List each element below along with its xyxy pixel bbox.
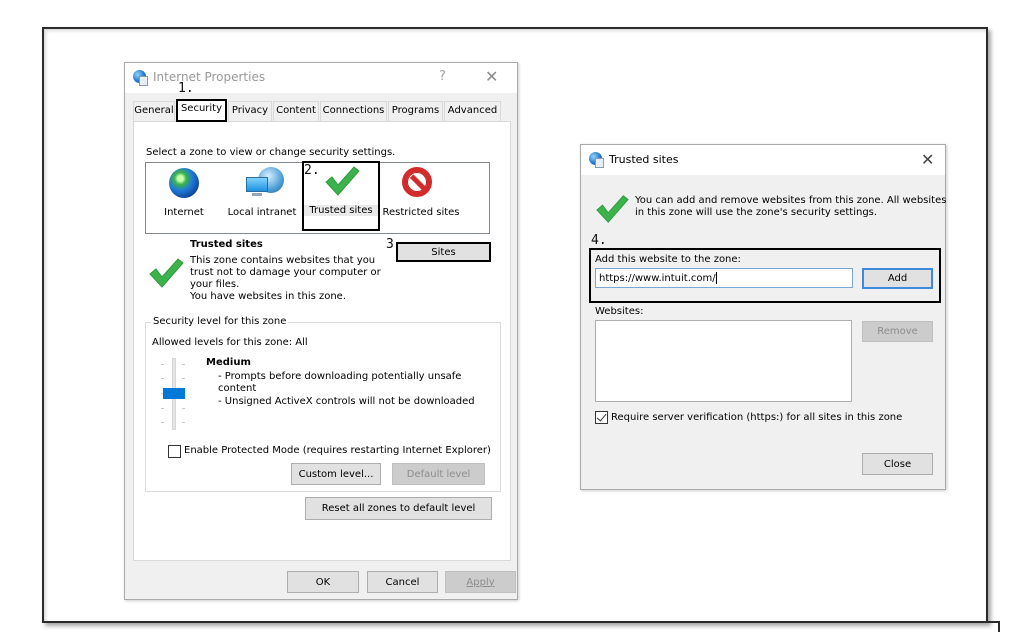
internet-options-icon [133, 70, 149, 86]
level-detail: - Prompts before downloading potentially… [218, 371, 462, 382]
info-line: in this zone will use the zone's securit… [635, 207, 878, 218]
sites-button[interactable]: Sites [396, 242, 491, 262]
title-bar: Trusted sites ✕ [581, 145, 945, 175]
tab-security[interactable]: Security [176, 99, 227, 122]
zone-description-line: your files. [190, 279, 240, 290]
close-button[interactable]: ✕ [921, 152, 934, 168]
tab-connections[interactable]: Connections [320, 101, 387, 121]
zone-description-title: Trusted sites [190, 239, 263, 250]
zone-description-line: trust not to damage your computer or [190, 267, 381, 278]
close-button[interactable]: ✕ [485, 69, 498, 85]
zone-internet[interactable]: Internet [154, 165, 214, 231]
level-detail: content [218, 383, 257, 394]
step-4-annotation: 4. [591, 233, 607, 248]
text-caret [715, 272, 717, 284]
zone-label: Restricted sites [382, 207, 460, 218]
remove-button: Remove [862, 321, 933, 342]
level-name: Medium [206, 357, 251, 368]
require-verification-label: Require server verification (https:) for… [611, 412, 903, 423]
tab-advanced[interactable]: Advanced [444, 101, 501, 121]
help-button[interactable]: ? [439, 69, 446, 84]
slider-thumb[interactable] [163, 388, 185, 399]
allowed-levels-label: Allowed levels for this zone: All [152, 337, 308, 348]
zone-prompt: Select a zone to view or change security… [146, 147, 396, 158]
ok-button[interactable]: OK [287, 571, 359, 593]
internet-options-icon [589, 152, 605, 168]
website-url-value: https://www.intuit.com/ [599, 273, 716, 284]
globe-icon [169, 168, 199, 198]
dialog-title: Internet Properties [153, 70, 266, 84]
protected-mode-checkbox[interactable] [168, 445, 181, 458]
security-level-group: Security level for this zone Allowed lev… [145, 316, 501, 492]
zone-restricted-sites[interactable]: Restricted sites [382, 165, 460, 231]
websites-list[interactable] [595, 320, 852, 402]
zone-label: Trusted sites [304, 205, 378, 216]
websites-label: Websites: [595, 306, 644, 317]
dialog-title: Trusted sites [609, 153, 679, 166]
no-entry-icon [402, 167, 432, 197]
info-line: You can add and remove websites from thi… [635, 195, 947, 206]
zone-description-line: This zone contains websites that you [190, 255, 376, 266]
zone-trusted-sites[interactable]: Trusted sites [302, 161, 380, 231]
require-verification-checkbox[interactable] [595, 411, 608, 424]
level-detail: - Unsigned ActiveX controls will not be … [218, 396, 475, 407]
security-tab-panel: Select a zone to view or change security… [133, 121, 511, 561]
add-website-label: Add this website to the zone: [595, 254, 741, 265]
group-title: Security level for this zone [151, 316, 289, 327]
tab-content[interactable]: Content [273, 101, 319, 121]
zone-list: Internet Local intranet 2. Trusted sites [145, 161, 490, 234]
zone-label: Internet [164, 207, 204, 218]
internet-properties-dialog: Internet Properties ? ✕ 1. General Secur… [124, 62, 518, 600]
add-button[interactable]: Add [862, 268, 933, 289]
green-check-icon [325, 166, 360, 196]
cancel-button[interactable]: Cancel [367, 571, 438, 593]
add-website-section: Add this website to the zone: https://ww… [589, 248, 941, 303]
green-check-icon [596, 195, 629, 223]
tab-programs[interactable]: Programs [388, 101, 443, 121]
trusted-sites-dialog: Trusted sites ✕ You can add and remove w… [580, 144, 946, 490]
tab-general[interactable]: General [133, 101, 175, 121]
protected-mode-label: Enable Protected Mode (requires restarti… [184, 445, 491, 456]
green-check-icon [149, 258, 184, 288]
default-level-button: Default level [392, 463, 485, 485]
custom-level-button[interactable]: Custom level... [291, 463, 381, 485]
zone-label: Local intranet [227, 207, 297, 218]
website-url-input[interactable]: https://www.intuit.com/ [595, 268, 853, 288]
apply-button: Apply [445, 571, 516, 593]
tab-privacy[interactable]: Privacy [228, 101, 272, 121]
frame-corner-mark [998, 621, 1000, 632]
reset-all-zones-button[interactable]: Reset all zones to default level [305, 497, 492, 520]
close-dialog-button[interactable]: Close [862, 453, 933, 475]
zone-description-line: You have websites in this zone. [190, 291, 347, 302]
zone-local-intranet[interactable]: Local intranet [226, 165, 298, 231]
step-1-annotation: 1. [178, 81, 194, 96]
